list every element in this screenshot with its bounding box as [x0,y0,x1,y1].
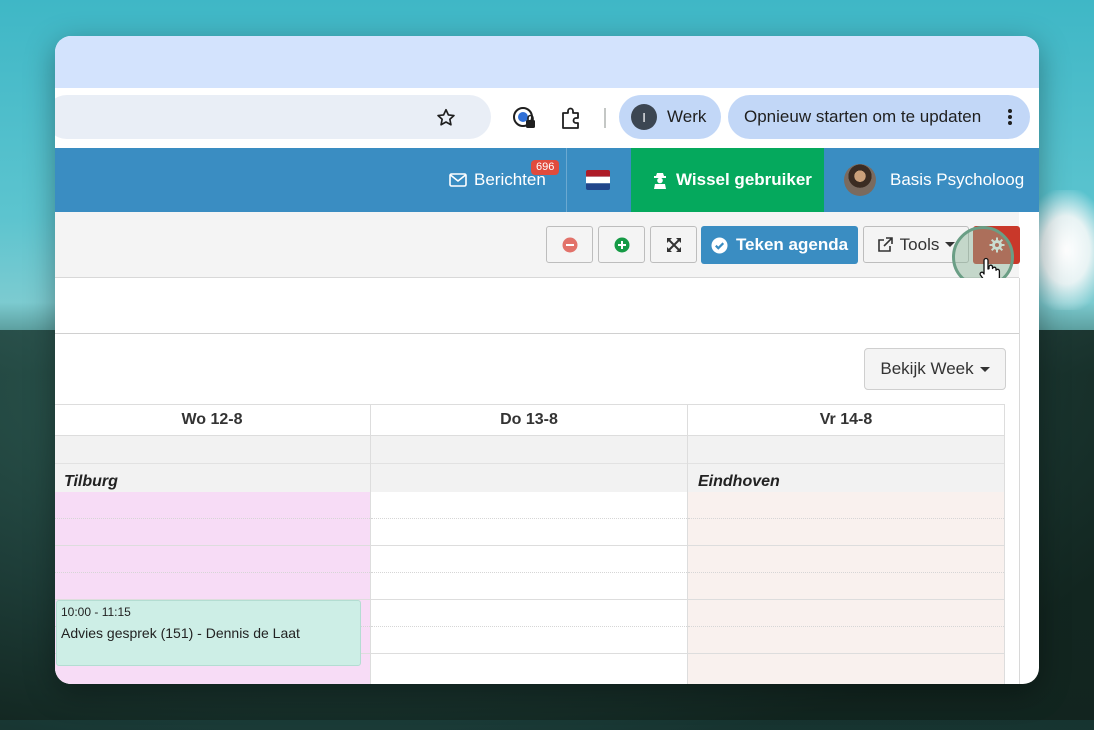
teken-agenda-button[interactable]: Teken agenda [701,226,858,264]
nav-separator [566,148,567,212]
profile-name: Werk [667,107,707,126]
allday-row [370,436,688,492]
slot-divider [55,518,370,520]
location-label: Eindhoven [698,473,780,490]
allday-divider [688,463,1004,464]
view-week-label: Bekijk Week [880,359,974,378]
calendar-panel: Bekijk Week Wo 12-8 Tilburg 10:00 - 11:1… [55,278,1020,684]
day-slots[interactable]: 10:00 - 11:15 Advies gesprek (151) - Den… [55,492,371,684]
user-name: Basis Psycholoog [890,170,1025,189]
caret-down-icon [979,366,990,372]
profile-avatar: I [631,104,657,130]
week-calendar: Wo 12-8 Tilburg 10:00 - 11:15 Advies ges… [55,404,1006,684]
allday-row: Tilburg [55,436,371,492]
tools-label: Tools [899,234,940,254]
day-slots[interactable] [687,492,1005,684]
password-manager-icon[interactable] [511,105,537,131]
browser-toolbar: I Werk Opnieuw starten om te updaten [55,88,1039,148]
slot-divider [371,599,687,600]
tab-strip [55,36,1039,88]
switch-user-label: Wissel gebruiker [676,170,812,189]
user-avatar [844,164,876,196]
slot-divider [55,545,370,546]
slot-divider [688,572,1004,574]
zoom-out-button[interactable] [546,226,593,263]
slot-divider [688,599,1004,600]
slot-divider [688,545,1004,546]
expand-arrows-icon [666,237,681,252]
teken-agenda-label: Teken agenda [735,235,849,254]
plus-circle-icon [614,237,629,252]
appointment-event[interactable]: 10:00 - 11:15 Advies gesprek (151) - Den… [56,600,361,666]
view-week-dropdown[interactable]: Bekijk Week [864,348,1006,390]
browser-window: I Werk Opnieuw starten om te updaten Ber… [55,36,1039,684]
day-header[interactable]: Do 13-8 [370,404,688,436]
slot-divider [688,518,1004,520]
switch-user-button[interactable]: Wissel gebruiker [631,148,824,212]
panel-separator [55,333,1019,334]
event-time: 10:00 - 11:15 [61,605,131,619]
app-navbar: Berichten 696 Wissel gebruiker Basis Psy… [55,148,1039,212]
day-slots[interactable] [370,492,688,684]
slot-divider [371,572,687,574]
slot-divider [371,653,687,654]
slot-divider [371,518,687,520]
allday-divider [55,463,370,464]
address-bar[interactable] [55,95,491,139]
zoom-in-button[interactable] [598,226,645,263]
messages-count-badge: 696 [531,160,560,175]
kebab-menu-icon[interactable] [1002,107,1018,127]
fullscreen-button[interactable] [650,226,697,263]
location-label: Tilburg [64,473,118,490]
slot-divider [688,626,1004,628]
messages-link[interactable]: Berichten [435,148,566,212]
slot-divider [371,545,687,546]
slot-divider [371,626,687,628]
update-relaunch-button[interactable]: Opnieuw starten om te updaten [728,95,1030,139]
minus-circle-icon [562,237,577,252]
extensions-puzzle-icon[interactable] [558,105,584,131]
dutch-flag-icon[interactable] [586,170,610,190]
event-title: Advies gesprek (151) - Dennis de Laat [61,625,300,641]
slot-divider [688,653,1004,654]
day-header[interactable]: Vr 14-8 [687,404,1005,436]
external-link-icon [877,237,893,252]
update-label: Opnieuw starten om te updaten [744,107,982,126]
user-menu[interactable]: Basis Psycholoog [824,148,1039,212]
allday-divider [371,463,687,464]
envelope-icon [449,173,467,187]
slot-divider [55,572,370,574]
profile-button[interactable]: I Werk [619,95,721,139]
action-bar: Teken agenda Tools [55,212,1020,278]
allday-row: Eindhoven [687,436,1005,492]
user-secret-icon [654,172,666,189]
bookmark-star-icon[interactable] [435,107,457,129]
toolbar-divider [604,108,606,128]
day-header[interactable]: Wo 12-8 [55,404,371,436]
check-circle-icon [711,237,728,253]
